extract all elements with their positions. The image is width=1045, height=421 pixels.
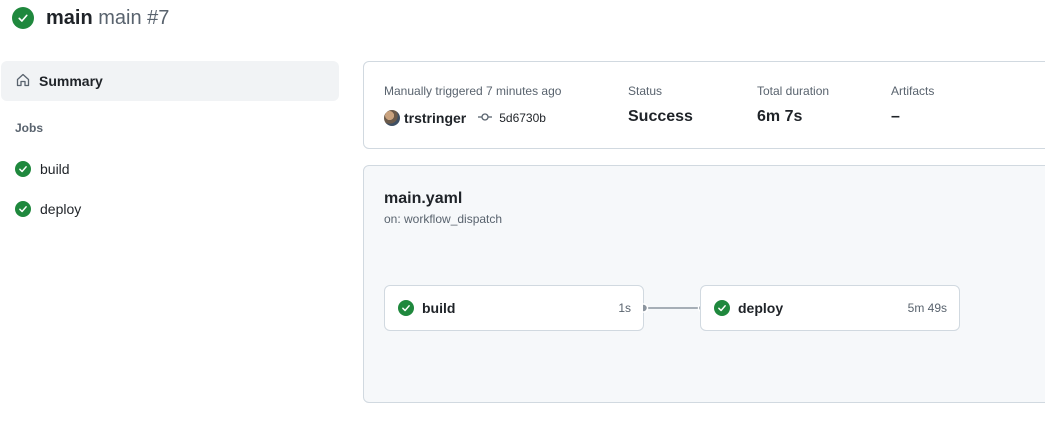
workflow-trigger: on: workflow_dispatch	[384, 212, 503, 226]
job-success-icon	[15, 161, 31, 177]
run-success-icon	[12, 7, 34, 29]
job-success-icon	[15, 201, 31, 217]
sidebar-job-label: deploy	[40, 201, 82, 217]
status-label: Status	[628, 84, 663, 98]
trigger-text: Manually triggered 7 minutes ago	[384, 84, 562, 98]
sidebar-job-build[interactable]: build	[15, 159, 70, 179]
sidebar-job-deploy[interactable]: deploy	[15, 199, 81, 219]
graph-job-duration: 1s	[618, 301, 631, 315]
graph-job-build[interactable]: build 1s	[384, 285, 644, 331]
graph-job-name: deploy	[738, 300, 784, 316]
workflow-graph-card: main.yaml on: workflow_dispatch build 1s…	[363, 165, 1045, 403]
run-name: main #7	[98, 7, 170, 29]
avatar	[384, 110, 400, 126]
graph-job-deploy[interactable]: deploy 5m 49s	[700, 285, 960, 331]
sidebar-item-summary-label: Summary	[39, 73, 103, 89]
sidebar-job-label: build	[40, 161, 70, 177]
sidebar-item-summary[interactable]: Summary	[1, 61, 339, 101]
duration-value: 6m 7s	[757, 108, 803, 125]
git-commit-icon	[478, 109, 493, 127]
duration-label: Total duration	[757, 84, 830, 98]
run-summary-card: Manually triggered 7 minutes ago trstrin…	[363, 61, 1045, 149]
graph-job-name: build	[422, 300, 456, 316]
jobs-heading: Jobs	[15, 121, 44, 135]
status-value: Success	[628, 108, 693, 125]
job-dependency-connector	[643, 303, 703, 313]
artifacts-value: –	[891, 108, 900, 125]
workflow-file-name[interactable]: main.yaml	[384, 190, 462, 208]
actor-link[interactable]: trstringer	[404, 110, 466, 126]
run-title: main main #7	[46, 6, 169, 30]
job-success-icon	[714, 300, 730, 316]
run-branch: main	[46, 7, 93, 29]
job-success-icon	[398, 300, 414, 316]
artifacts-label: Artifacts	[891, 84, 935, 98]
home-icon	[15, 72, 31, 91]
commit-link[interactable]: 5d6730b	[499, 111, 546, 125]
actor-row: trstringer 5d6730b	[384, 108, 546, 128]
run-header: main main #7	[12, 6, 169, 30]
graph-job-duration: 5m 49s	[907, 301, 947, 315]
